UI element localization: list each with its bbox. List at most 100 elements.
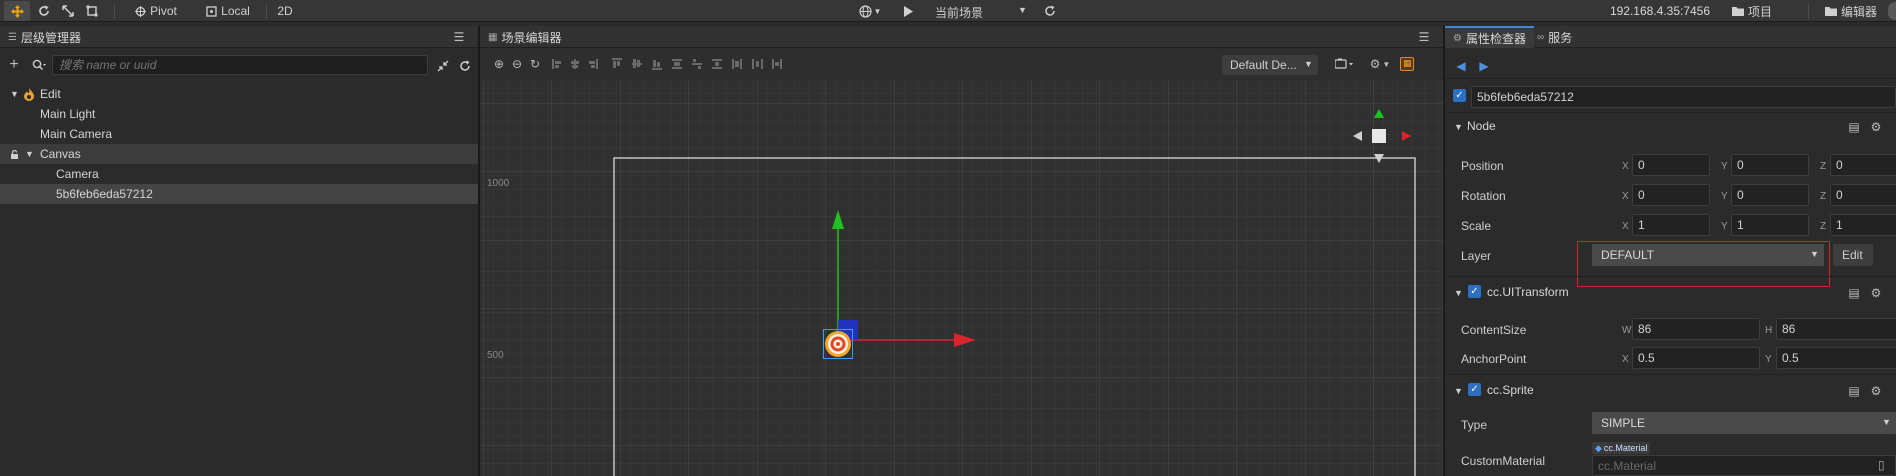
custom-material-input[interactable]: cc.Material ▯: [1592, 455, 1896, 476]
toolbar-divider: [266, 3, 267, 19]
position-x-input[interactable]: 0: [1632, 154, 1710, 176]
move-tool-button[interactable]: [4, 1, 30, 21]
camera-select[interactable]: Default De... ▼: [1222, 55, 1318, 75]
scene-select[interactable]: 当前场景 ▼: [925, 1, 1033, 21]
refresh-hierarchy-button[interactable]: [456, 57, 474, 75]
hierarchy-panel: ☰ 层级管理器 ☰ + ▼ Edit Main Light Mai: [0, 26, 478, 476]
node-active-checkbox[interactable]: ✓: [1453, 89, 1466, 102]
content-size-w-input[interactable]: 86: [1632, 318, 1760, 340]
anchor-y-input[interactable]: 0.5: [1776, 347, 1896, 369]
tree-item-canvas[interactable]: ▼ Canvas: [0, 144, 478, 164]
pivot-label: Pivot: [150, 4, 177, 18]
forward-button[interactable]: ▶: [1475, 57, 1493, 75]
hierarchy-search-input[interactable]: [52, 55, 428, 75]
zoom-in-button[interactable]: ⊕: [490, 55, 508, 73]
platform-select[interactable]: ▼: [855, 1, 885, 21]
snapshot-button[interactable]: [1330, 55, 1360, 73]
tree-item-label: Edit: [40, 87, 61, 101]
collapse-all-button[interactable]: [434, 57, 452, 75]
zoom-out-button[interactable]: ⊖: [508, 55, 526, 73]
rotate-tool-button[interactable]: [33, 1, 55, 21]
tab-hierarchy[interactable]: ☰ 层级管理器: [0, 26, 89, 48]
menu-icon: ☰: [453, 30, 465, 44]
position-z-input[interactable]: 0: [1830, 154, 1896, 176]
rect-tool-button[interactable]: [81, 1, 103, 21]
user-avatar[interactable]: [1888, 2, 1896, 20]
tree-item-selected-node[interactable]: 5b6feb6eda57212: [0, 184, 478, 204]
search-type-button[interactable]: [28, 56, 50, 74]
position-y-input[interactable]: 0: [1731, 154, 1809, 176]
content-size-h-input[interactable]: 86: [1776, 318, 1896, 340]
sprite-settings-button[interactable]: ⚙: [1867, 382, 1885, 400]
rotation-y-input[interactable]: 0: [1731, 184, 1809, 206]
tree-item-camera[interactable]: Camera: [0, 164, 478, 184]
custom-material-placeholder: cc.Material: [1598, 459, 1657, 473]
node-settings-button[interactable]: ⚙: [1867, 118, 1885, 136]
scene-viewport[interactable]: 1000 500: [480, 80, 1443, 476]
editor-menu-button[interactable]: 编辑器: [1816, 1, 1886, 21]
book-icon: ▤: [1848, 120, 1860, 134]
tab-hierarchy-label: 层级管理器: [20, 30, 81, 45]
tab-service-label: 服务: [1548, 30, 1573, 45]
asset-picker-icon[interactable]: ▯: [1878, 458, 1885, 472]
uitransform-help-button[interactable]: ▤: [1845, 284, 1863, 302]
tree-item-main-camera[interactable]: Main Camera: [0, 124, 478, 144]
add-node-button[interactable]: +: [5, 56, 23, 74]
selected-sprite[interactable]: [823, 329, 853, 359]
scene-menu-button[interactable]: ☰: [1415, 28, 1433, 46]
lock-icon[interactable]: [10, 149, 19, 159]
sprite-help-button[interactable]: ▤: [1845, 382, 1863, 400]
refresh-button[interactable]: [1040, 1, 1060, 21]
local-icon: [206, 5, 217, 17]
scale-tool-button[interactable]: [57, 1, 79, 21]
layer-highlight-box: [1577, 241, 1830, 287]
tree-item-main-light[interactable]: Main Light: [0, 104, 478, 124]
axis-z-label: Z: [1820, 161, 1827, 172]
scale-z-input[interactable]: 1: [1830, 214, 1896, 236]
local-toggle[interactable]: Local: [194, 1, 262, 21]
pivot-icon: [135, 5, 147, 17]
uitransform-settings-button[interactable]: ⚙: [1867, 284, 1885, 302]
reset-view-button[interactable]: ↻: [526, 55, 544, 73]
custom-material-label: CustomMaterial: [1461, 454, 1546, 468]
tab-inspector[interactable]: ⚙ 属性检查器: [1445, 26, 1534, 48]
menu-icon: ☰: [1418, 30, 1430, 44]
expand-arrow-icon[interactable]: ▼: [10, 89, 19, 99]
hierarchy-menu-button[interactable]: ☰: [450, 28, 468, 46]
scene-settings-button[interactable]: ⚙ ▼: [1366, 55, 1394, 73]
sprite-enabled-checkbox[interactable]: ✓: [1468, 383, 1481, 396]
uitransform-enabled-checkbox[interactable]: ✓: [1468, 285, 1481, 298]
arrow-right-icon: ▶: [1479, 59, 1489, 73]
tab-scene[interactable]: ▦ 场景编辑器: [480, 26, 569, 48]
mode-2d-label: 2D: [277, 4, 293, 18]
collapse-arrow-icon[interactable]: ▼: [1454, 288, 1463, 298]
anchor-x-input[interactable]: 0.5: [1632, 347, 1760, 369]
collapse-arrow-icon[interactable]: ▼: [1454, 386, 1463, 396]
orientation-gizmo[interactable]: [1352, 106, 1412, 164]
collapse-arrow-icon[interactable]: ▼: [1454, 122, 1463, 132]
rotation-z-input[interactable]: 0: [1830, 184, 1896, 206]
type-select[interactable]: SIMPLE ▼: [1592, 412, 1896, 434]
mode-2d-button[interactable]: 2D: [270, 1, 300, 21]
reset-icon: ↻: [529, 57, 541, 71]
gizmo-toggle-button[interactable]: ▦: [1400, 57, 1414, 71]
play-button[interactable]: [898, 1, 918, 21]
pivot-toggle[interactable]: Pivot: [122, 1, 190, 21]
expand-arrow-icon[interactable]: ▼: [25, 149, 34, 159]
layer-edit-button[interactable]: Edit: [1833, 244, 1873, 266]
tab-inspector-label: 属性检查器: [1465, 31, 1526, 46]
gear-icon: ⚙: [1369, 57, 1381, 71]
node-help-button[interactable]: ▤: [1845, 118, 1863, 136]
custom-material-field[interactable]: ◆ cc.Material cc.Material ▯: [1592, 442, 1896, 476]
tab-service[interactable]: ∞ 服务: [1529, 26, 1580, 48]
scale-x-input[interactable]: 1: [1632, 214, 1710, 236]
rotation-x-input[interactable]: 0: [1632, 184, 1710, 206]
inspector-panel: ⚙ 属性检查器 ∞ 服务 ◀ ▶ ✓ 5b6feb6eda57212 ▼ Nod…: [1445, 26, 1896, 476]
ip-address[interactable]: 192.168.4.35:7456: [1598, 1, 1722, 21]
project-menu-button[interactable]: 项目: [1726, 1, 1778, 21]
tree-item-edit[interactable]: ▼ Edit: [0, 84, 478, 104]
zoom-out-icon: ⊖: [511, 57, 523, 71]
back-button[interactable]: ◀: [1452, 57, 1470, 75]
scale-y-input[interactable]: 1: [1731, 214, 1809, 236]
node-name-input[interactable]: 5b6feb6eda57212: [1471, 86, 1896, 108]
